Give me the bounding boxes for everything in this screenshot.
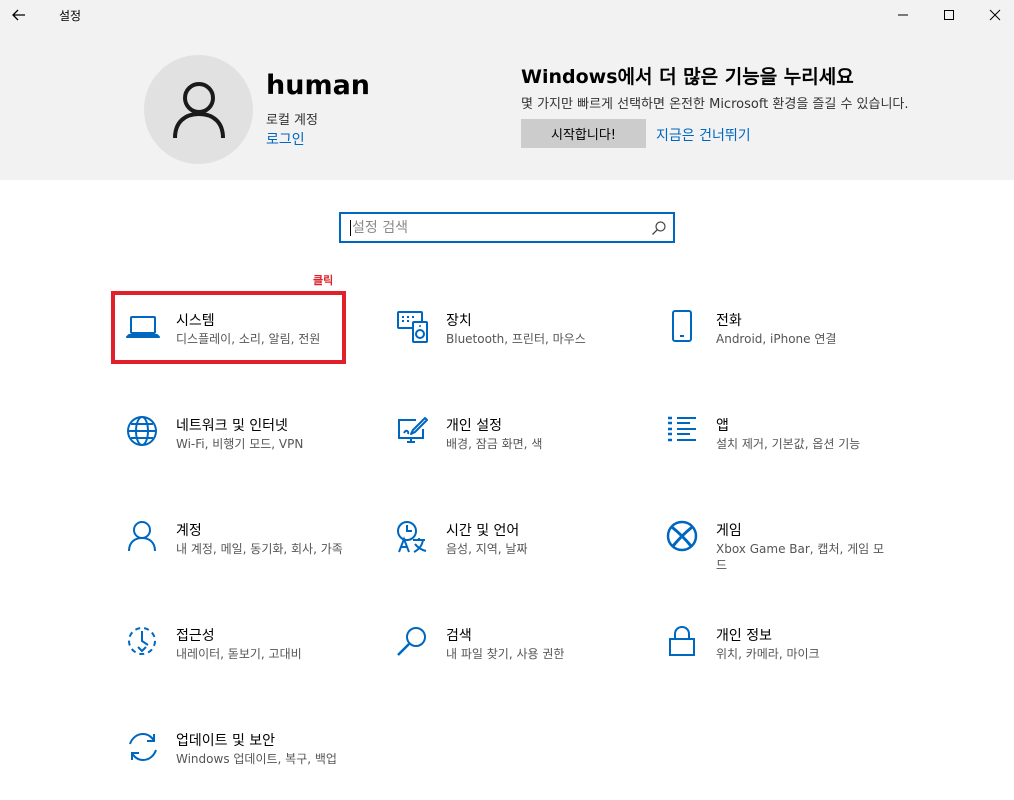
category-title: 게임 bbox=[716, 523, 742, 539]
click-annotation-label: 클릭 bbox=[313, 274, 334, 287]
category-title: 개인 설정 bbox=[446, 418, 502, 434]
category-title: 장치 bbox=[446, 313, 472, 329]
minimize-button[interactable] bbox=[880, 0, 926, 30]
apps-list-icon bbox=[668, 416, 696, 442]
category-description: Xbox Game Bar, 캡처, 게임 모드 bbox=[716, 542, 885, 572]
devices-icon bbox=[397, 311, 428, 343]
promo-description: 몇 가지만 빠르게 선택하면 온전한 Microsoft 환경을 즐길 수 있습… bbox=[521, 97, 909, 112]
back-arrow-icon bbox=[12, 9, 25, 21]
lock-icon bbox=[669, 625, 695, 656]
update-icon bbox=[129, 732, 157, 762]
category-description: 내 파일 찾기, 사용 권한 bbox=[446, 647, 565, 661]
category-network[interactable]: 네트워크 및 인터넷 Wi-Fi, 비행기 모드, VPN bbox=[126, 415, 376, 485]
start-button[interactable]: 시작합니다! bbox=[521, 119, 646, 148]
category-description: 내 계정, 메일, 동기화, 회사, 가족 bbox=[176, 542, 343, 556]
user-name: human bbox=[266, 70, 371, 101]
category-privacy[interactable]: 개인 정보 위치, 카메라, 마이크 bbox=[666, 625, 916, 695]
maximize-button[interactable] bbox=[926, 0, 972, 30]
category-title: 앱 bbox=[716, 418, 729, 434]
globe-icon bbox=[127, 416, 157, 446]
category-apps[interactable]: 앱 설치 제거, 기본값, 옵션 기능 bbox=[666, 415, 916, 485]
category-title: 시간 및 언어 bbox=[446, 523, 520, 539]
maximize-icon bbox=[944, 10, 954, 20]
back-button[interactable] bbox=[6, 3, 32, 27]
category-update-security[interactable]: 업데이트 및 보안 Windows 업데이트, 복구, 백업 bbox=[126, 730, 376, 800]
promo-title: Windows에서 더 많은 기능을 누리세요 bbox=[521, 66, 854, 88]
category-description: 디스플레이, 소리, 알림, 전원 bbox=[176, 332, 321, 346]
category-title: 검색 bbox=[446, 628, 472, 644]
category-title: 접근성 bbox=[176, 628, 215, 644]
account-type: 로컬 계정 bbox=[266, 113, 318, 128]
category-description: 음성, 지역, 날짜 bbox=[446, 542, 528, 556]
minimize-icon bbox=[898, 14, 908, 16]
category-title: 업데이트 및 보안 bbox=[176, 733, 276, 749]
phone-icon bbox=[672, 310, 692, 342]
category-personalization[interactable]: 개인 설정 배경, 잠금 화면, 색 bbox=[396, 415, 646, 485]
category-title: 네트워크 및 인터넷 bbox=[176, 418, 288, 434]
search-icon bbox=[397, 627, 426, 656]
category-accounts[interactable]: 계정 내 계정, 메일, 동기화, 회사, 가족 bbox=[126, 520, 376, 590]
search-icon bbox=[652, 221, 666, 235]
category-description: Windows 업데이트, 복구, 백업 bbox=[176, 752, 337, 766]
category-description: 내레이터, 돋보기, 고대비 bbox=[176, 647, 302, 661]
avatar bbox=[144, 55, 253, 164]
accessibility-icon bbox=[128, 627, 156, 655]
category-title: 계정 bbox=[176, 523, 202, 539]
profile-header: human 로컬 계정 로그인 Windows에서 더 많은 기능을 누리세요 … bbox=[0, 30, 1014, 180]
category-devices[interactable]: 장치 Bluetooth, 프린터, 마우스 bbox=[396, 310, 646, 380]
settings-search-box[interactable] bbox=[339, 212, 675, 243]
user-avatar-icon bbox=[172, 81, 225, 138]
category-time-language[interactable]: 시간 및 언어 음성, 지역, 날짜 bbox=[396, 520, 646, 590]
title-bar: 설정 bbox=[0, 0, 1014, 30]
laptop-icon bbox=[126, 316, 160, 338]
signin-link[interactable]: 로그인 bbox=[266, 129, 305, 149]
category-title: 개인 정보 bbox=[716, 628, 772, 644]
close-button[interactable] bbox=[972, 0, 1014, 30]
person-icon bbox=[128, 521, 156, 552]
category-description: Android, iPhone 연결 bbox=[716, 332, 837, 346]
category-title: 전화 bbox=[716, 313, 742, 329]
time-language-icon bbox=[397, 521, 427, 553]
close-icon bbox=[989, 9, 1001, 21]
category-accessibility[interactable]: 접근성 내레이터, 돋보기, 고대비 bbox=[126, 625, 376, 695]
window-title: 설정 bbox=[59, 9, 82, 23]
search-input[interactable] bbox=[352, 214, 642, 241]
category-description: 배경, 잠금 화면, 색 bbox=[446, 437, 543, 451]
category-gaming[interactable]: 게임 Xbox Game Bar, 캡처, 게임 모드 bbox=[666, 520, 916, 590]
category-title: 시스템 bbox=[176, 313, 215, 329]
category-search[interactable]: 검색 내 파일 찾기, 사용 권한 bbox=[396, 625, 646, 695]
category-system[interactable]: 시스템 디스플레이, 소리, 알림, 전원 bbox=[126, 310, 376, 380]
xbox-icon bbox=[666, 520, 698, 552]
category-description: Wi-Fi, 비행기 모드, VPN bbox=[176, 437, 304, 451]
text-caret bbox=[350, 220, 351, 236]
category-description: Bluetooth, 프린터, 마우스 bbox=[446, 332, 586, 346]
skip-link[interactable]: 지금은 건너뛰기 bbox=[656, 125, 751, 145]
personalization-icon bbox=[398, 417, 428, 443]
category-description: 위치, 카메라, 마이크 bbox=[716, 647, 820, 661]
category-description: 설치 제거, 기본값, 옵션 기능 bbox=[716, 437, 861, 451]
category-phone[interactable]: 전화 Android, iPhone 연결 bbox=[666, 310, 916, 380]
